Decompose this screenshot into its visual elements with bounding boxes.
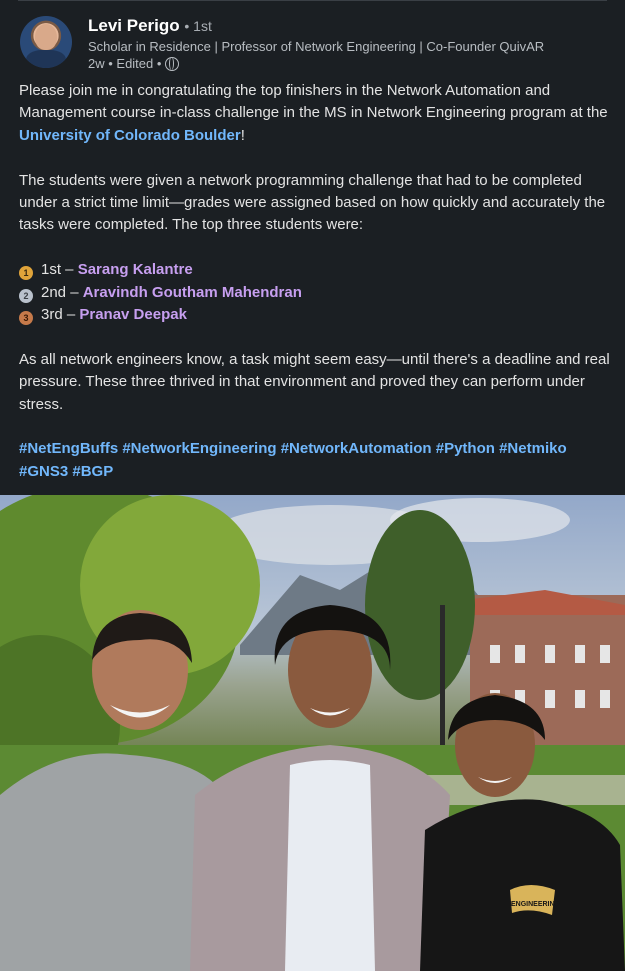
- winner-name-link[interactable]: Aravindh Goutham Mahendran: [83, 284, 302, 301]
- post-paragraph-1: Please join me in congratulating the top…: [19, 80, 611, 147]
- author-avatar[interactable]: [20, 16, 72, 68]
- hashtag-link[interactable]: #NetEngBuffs: [19, 440, 118, 457]
- winner-name-link[interactable]: Sarang Kalantre: [78, 261, 193, 278]
- shirt-logo-text: ENGINEERING: [511, 901, 561, 908]
- post-header: Levi Perigo • 1st Scholar in Residence |…: [18, 14, 618, 72]
- globe-icon: [165, 56, 180, 71]
- divider: [18, 0, 607, 1]
- hashtag-link[interactable]: #GNS3: [19, 463, 68, 480]
- winner-row: 1 1st – Sarang Kalantre: [19, 259, 611, 281]
- photo-illustration: ENGINEERING: [0, 495, 625, 971]
- hashtag-link[interactable]: #NetworkEngineering: [122, 440, 276, 457]
- post-body: Please join me in congratulating the top…: [19, 80, 611, 506]
- post-paragraph-3: As all network engineers know, a task mi…: [19, 350, 610, 413]
- silver-medal-icon: 2: [19, 288, 33, 303]
- winner-row: 3 3rd – Pranav Deepak: [19, 304, 611, 326]
- winners-list: 1 1st – Sarang Kalantre 2 2nd – Aravindh G…: [19, 259, 611, 326]
- author-headline: Scholar in Residence | Professor of Netw…: [88, 39, 545, 54]
- post-meta-text: 2w • Edited •: [88, 56, 162, 71]
- author-name-text[interactable]: Levi Perigo: [88, 16, 180, 35]
- winner-place: 2nd –: [41, 283, 83, 301]
- connection-degree: • 1st: [184, 18, 212, 34]
- hashtag-link[interactable]: #BGP: [72, 463, 113, 480]
- winner-place: 3rd –: [41, 306, 80, 323]
- post-meta: 2w • Edited •: [88, 56, 180, 71]
- university-link[interactable]: University of Colorado Boulder: [19, 127, 241, 144]
- hashtag-link[interactable]: #Netmiko: [499, 440, 567, 457]
- p1-text-b: !: [240, 126, 245, 144]
- p1-text-a: Please join me in congratulating the top…: [19, 82, 608, 122]
- winner-place: 1st –: [41, 261, 78, 279]
- gold-medal-icon: 1: [19, 266, 33, 281]
- bronze-medal-icon: 3: [19, 311, 33, 325]
- hashtag-link[interactable]: #NetworkAutomation: [281, 440, 432, 457]
- hashtags: #NetEngBuffs #NetworkEngineering #Networ…: [19, 438, 611, 483]
- author-name[interactable]: Levi Perigo • 1st: [88, 16, 212, 36]
- post-paragraph-2: The students were given a network progra…: [19, 171, 606, 234]
- post-photo[interactable]: ENGINEERING: [0, 495, 625, 971]
- winner-name-link[interactable]: Pranav Deepak: [79, 306, 187, 323]
- winner-row: 2 2nd – Aravindh Goutham Mahendran: [19, 282, 611, 304]
- hashtag-link[interactable]: #Python: [436, 440, 495, 457]
